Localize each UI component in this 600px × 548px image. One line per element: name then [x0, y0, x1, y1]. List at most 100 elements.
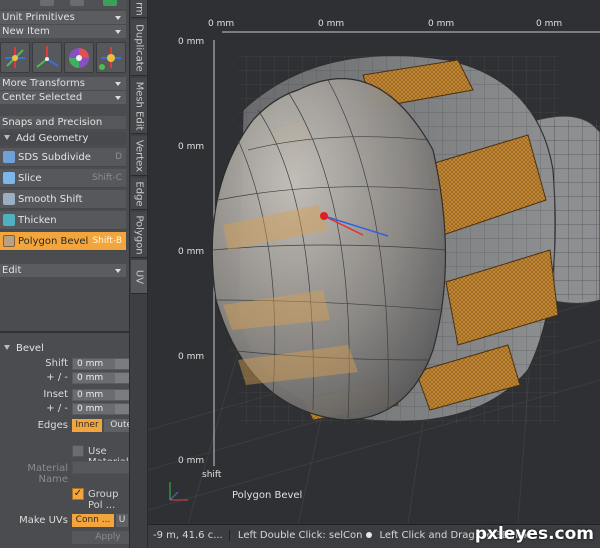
tool-label: Polygon Bevel — [18, 236, 89, 247]
shift-hint-label: shift — [202, 470, 222, 480]
tab-label: Duplicate — [133, 23, 145, 72]
ruler-left-label: 0 mm — [178, 456, 205, 466]
inset-random-value: 0 mm — [77, 404, 104, 414]
active-tool-label: Polygon Bevel — [232, 490, 303, 501]
add-geometry-header[interactable]: Add Geometry — [0, 132, 126, 145]
ruler-left-label: 0 mm — [178, 37, 205, 47]
status-coords: -9 m, 41.6 c... — [153, 530, 223, 541]
tool-thicken[interactable]: Thicken — [0, 211, 126, 230]
panel-divider — [0, 331, 148, 333]
tab-label: Edge — [133, 180, 145, 207]
shift-value: 0 mm — [77, 359, 104, 369]
tool-smooth-shift[interactable]: Smooth Shift — [0, 190, 126, 209]
thicken-icon — [3, 214, 15, 226]
tab-uv[interactable]: UV — [131, 260, 147, 294]
shift-field[interactable]: 0 mm — [72, 358, 130, 370]
tool-sds-subdivide[interactable]: SDS Subdivide D — [0, 148, 126, 167]
edges-label: Edges — [37, 420, 68, 431]
shift-random-label: + / - — [46, 372, 68, 383]
make-uvs-label: Make UVs — [19, 515, 68, 526]
partial-icon[interactable] — [40, 0, 54, 6]
material-name-label: Material Name — [27, 463, 68, 485]
polygon-bevel-icon — [3, 235, 15, 247]
transform-icon — [99, 47, 121, 70]
tab-edge[interactable]: Edge — [131, 178, 147, 210]
inset-random-field[interactable]: 0 mm — [72, 403, 130, 415]
tool-label: SDS Subdivide — [18, 152, 91, 163]
tab-duplicate[interactable]: Duplicate — [131, 20, 147, 76]
partial-icon[interactable] — [70, 0, 84, 6]
status-hint-double-click: Left Double Click: selCon — [237, 530, 363, 541]
use-material-checkbox[interactable] — [72, 445, 84, 457]
shift-random-field[interactable]: 0 mm — [72, 372, 130, 384]
tool-label: Smooth Shift — [18, 194, 83, 205]
tab-form[interactable]: rm — [131, 0, 147, 18]
make-uvs-u-button[interactable]: U — [116, 514, 128, 527]
new-item-dropdown[interactable]: New Item — [0, 25, 126, 38]
move-icon — [5, 47, 25, 68]
bevel-header[interactable]: Bevel — [0, 342, 126, 355]
shortcut-label: D — [115, 152, 122, 162]
edit-dropdown[interactable]: Edit — [0, 264, 126, 277]
group-pol-checkbox[interactable]: ✓ — [72, 488, 84, 500]
tab-label: UV — [133, 269, 145, 284]
top-icon-strip — [0, 0, 126, 9]
inset-random-label: + / - — [46, 403, 68, 414]
vertical-tab-strip: rm Duplicate Mesh Edit Vertex Edge Polyg… — [129, 0, 148, 548]
inset-value: 0 mm — [77, 390, 104, 400]
ruler-left-label: 0 mm — [178, 247, 205, 257]
stepper-icon[interactable] — [115, 404, 129, 414]
watermark: pxleyes.com — [474, 524, 594, 544]
viewport-scene — [148, 31, 600, 524]
ruler-left-label: 0 mm — [178, 142, 205, 152]
tab-label: Mesh Edit — [133, 81, 145, 130]
center-selected-dropdown[interactable]: Center Selected — [0, 91, 126, 104]
slice-icon — [3, 172, 15, 184]
gizmo-center-handle[interactable] — [320, 212, 328, 220]
rotate-icon — [36, 46, 59, 68]
sphere-icon — [69, 48, 89, 68]
shortcut-label: Shift-C — [92, 173, 122, 183]
modo-window: Unit Primitives New Item More Transforms… — [0, 0, 600, 548]
3d-viewport[interactable]: 0 mm 0 mm 0 mm 0 mm 0 mm 0 mm 0 mm 0 mm … — [148, 0, 600, 524]
make-uvs-conn-button[interactable]: Conn ... — [72, 514, 114, 527]
shift-label: Shift — [45, 358, 68, 369]
tab-label: Vertex — [133, 139, 145, 172]
snaps-precision-button[interactable]: Snaps and Precision — [0, 116, 126, 129]
ruler-top-label: 0 mm — [536, 19, 563, 29]
tool-label: Thicken — [18, 215, 57, 226]
edges-inner-button[interactable]: Inner — [72, 419, 102, 432]
ruler-left-label: 0 mm — [178, 352, 205, 362]
mouse-dot-icon — [366, 532, 373, 538]
stepper-icon[interactable] — [115, 390, 129, 400]
ruler-top-label: 0 mm — [428, 19, 455, 29]
tab-label: rm — [133, 1, 145, 16]
inset-label: Inset — [43, 389, 68, 400]
tab-label: Polygon — [133, 214, 145, 255]
scale-button[interactable] — [64, 42, 94, 73]
unit-primitives-dropdown[interactable]: Unit Primitives — [0, 11, 126, 24]
smooth-shift-icon — [3, 193, 15, 205]
shift-random-value: 0 mm — [77, 373, 104, 383]
stepper-icon[interactable] — [115, 359, 129, 369]
tab-vertex[interactable]: Vertex — [131, 136, 147, 176]
sds-subdivide-icon — [3, 151, 15, 163]
group-pol-label: Group Pol ... — [88, 489, 119, 511]
transform-button[interactable] — [96, 42, 126, 73]
stepper-icon[interactable] — [115, 373, 129, 383]
move-button[interactable] — [0, 42, 30, 73]
axis-indicator-icon — [169, 482, 188, 501]
ruler-top-label: 0 mm — [208, 19, 235, 29]
tool-panel: Unit Primitives New Item More Transforms… — [0, 0, 148, 548]
tab-polygon[interactable]: Polygon — [131, 212, 147, 258]
tool-label: Slice — [18, 173, 42, 184]
tab-mesh-edit[interactable]: Mesh Edit — [131, 78, 147, 134]
inset-field[interactable]: 0 mm — [72, 389, 130, 401]
tool-slice[interactable]: Slice Shift-C — [0, 169, 126, 188]
tool-polygon-bevel[interactable]: Polygon Bevel Shift-B — [0, 232, 126, 251]
transform-icon-row — [0, 42, 126, 75]
partial-icon[interactable] — [103, 0, 117, 6]
more-transforms-dropdown[interactable]: More Transforms — [0, 77, 126, 90]
rotate-button[interactable] — [32, 42, 62, 73]
shortcut-label: Shift-B — [92, 236, 122, 246]
